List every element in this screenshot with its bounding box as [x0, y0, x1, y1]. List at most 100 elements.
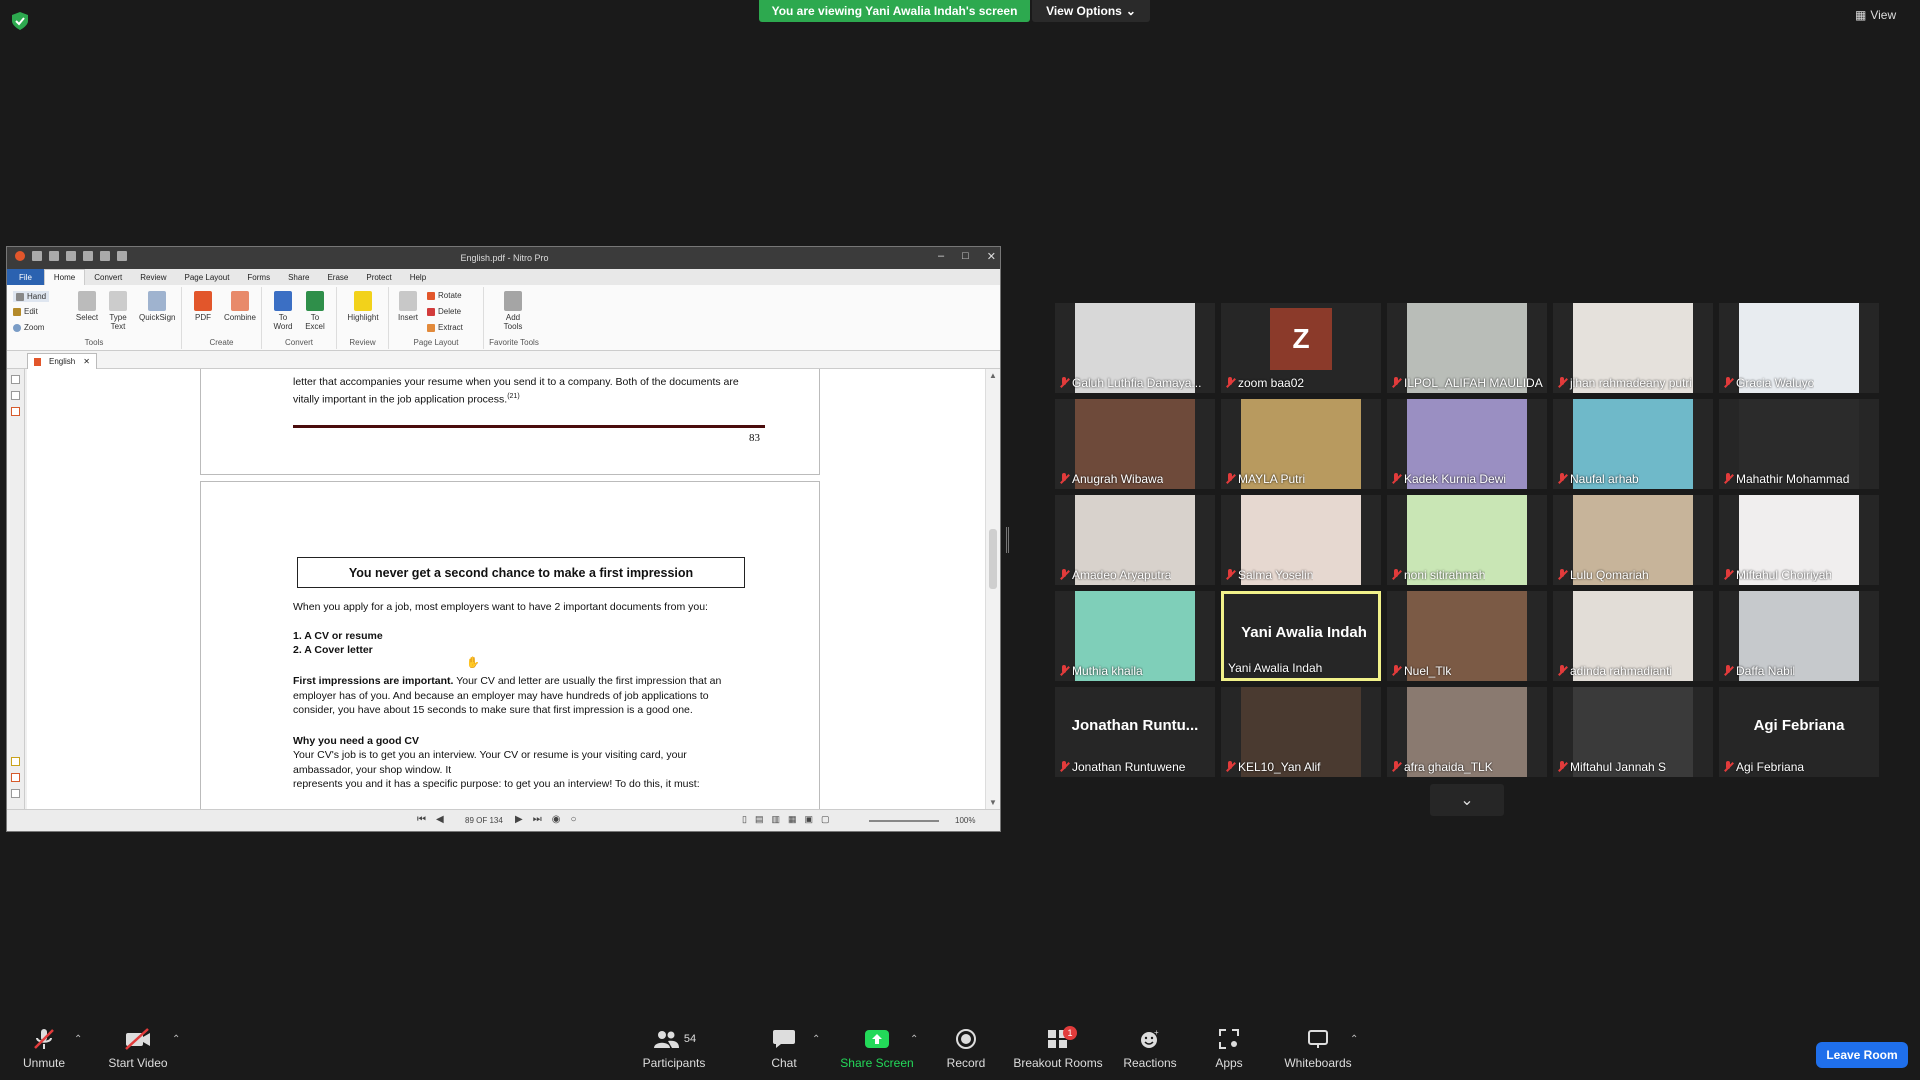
participant-tile[interactable]: Daffa Nabil: [1719, 591, 1879, 681]
extract-button[interactable]: Extract: [427, 323, 463, 332]
participant-tile[interactable]: MAYLA Putri: [1221, 399, 1381, 489]
leave-room-button[interactable]: Leave Room: [1816, 1042, 1908, 1068]
menu-file[interactable]: File: [7, 269, 44, 285]
select-button[interactable]: Select: [72, 291, 102, 322]
chat-button[interactable]: Chat: [768, 1028, 800, 1070]
delete-button[interactable]: Delete: [427, 307, 461, 316]
bookmarks-panel-icon[interactable]: [11, 391, 20, 400]
participant-tile[interactable]: Naufal arhab: [1553, 399, 1713, 489]
back-view-icon[interactable]: ◉: [552, 814, 561, 825]
menu-forms[interactable]: Forms: [238, 269, 279, 285]
fit-width-icon[interactable]: ▢: [821, 814, 830, 825]
fit-page-icon[interactable]: ▣: [805, 814, 814, 825]
facing-icon[interactable]: ▥: [771, 814, 780, 825]
participant-tile[interactable]: Anugrah Wibawa: [1055, 399, 1215, 489]
attachments-panel-icon[interactable]: [11, 407, 20, 416]
to-excel-button[interactable]: To Excel: [300, 291, 330, 331]
whiteboards-options-caret[interactable]: ⌃: [1350, 1034, 1358, 1045]
insert-button[interactable]: Insert: [393, 291, 423, 322]
menu-protect[interactable]: Protect: [357, 269, 400, 285]
prev-page-icon[interactable]: ◀: [436, 814, 444, 825]
to-word-button[interactable]: To Word: [268, 291, 298, 331]
menu-erase[interactable]: Erase: [318, 269, 357, 285]
start-video-button[interactable]: Start Video: [108, 1028, 168, 1070]
audio-options-caret[interactable]: ⌃: [74, 1034, 82, 1045]
combine-button[interactable]: Combine: [222, 291, 258, 322]
participant-tile[interactable]: afra ghaida_TLK: [1387, 687, 1547, 777]
single-page-icon[interactable]: ▯: [742, 814, 747, 825]
view-button[interactable]: ▦ View: [1855, 8, 1896, 22]
shield-icon[interactable]: [12, 12, 28, 30]
menu-help[interactable]: Help: [401, 269, 435, 285]
chat-options-caret[interactable]: ⌃: [812, 1034, 820, 1045]
participant-tile[interactable]: Yani Awalia Indah Yani Awalia Indah: [1221, 591, 1381, 681]
highlight-button[interactable]: Highlight: [343, 291, 383, 322]
apps-button[interactable]: Apps: [1212, 1028, 1246, 1070]
participant-tile[interactable]: Kadek Kurnia Dewi: [1387, 399, 1547, 489]
participant-tile[interactable]: Mahathir Mohammad: [1719, 399, 1879, 489]
participant-tile[interactable]: adinda rahmadianti: [1553, 591, 1713, 681]
signatures-panel-icon[interactable]: [11, 773, 20, 782]
unmute-button[interactable]: Unmute: [22, 1028, 66, 1070]
share-screen-button[interactable]: Share Screen: [838, 1028, 916, 1070]
menu-home[interactable]: Home: [43, 269, 86, 285]
continuous-icon[interactable]: ▤: [755, 814, 764, 825]
edit-tool[interactable]: Edit: [13, 307, 38, 316]
participant-tile[interactable]: Muthia khaila: [1055, 591, 1215, 681]
participant-tile[interactable]: Galuh Luthfia Damaya...: [1055, 303, 1215, 393]
view-options-button[interactable]: View Options ⌄: [1032, 0, 1150, 22]
participant-tile[interactable]: Lulu Qomariah: [1553, 495, 1713, 585]
menu-page-layout[interactable]: Page Layout: [175, 269, 238, 285]
quicksign-button[interactable]: QuickSign: [139, 291, 175, 322]
participant-tile[interactable]: Miftahul Choiriyah: [1719, 495, 1879, 585]
minimize-icon[interactable]: –: [938, 250, 944, 263]
close-tab-icon[interactable]: ✕: [83, 357, 90, 366]
output-panel-icon[interactable]: [11, 789, 20, 798]
rotate-button[interactable]: Rotate: [427, 291, 462, 300]
participant-tile[interactable]: Zzoom baa02: [1221, 303, 1381, 393]
whiteboards-button[interactable]: Whiteboards: [1282, 1028, 1354, 1070]
scroll-up-icon[interactable]: ▲: [989, 371, 997, 380]
last-page-icon[interactable]: ⏭: [533, 814, 542, 825]
type-text-button[interactable]: Type Text: [103, 291, 133, 331]
participant-tile[interactable]: Jonathan Runtu... Jonathan Runtuwene: [1055, 687, 1215, 777]
document-viewport[interactable]: letter that accompanies your resume when…: [27, 369, 985, 809]
split-handle[interactable]: [1006, 527, 1009, 553]
facing-continuous-icon[interactable]: ▦: [788, 814, 797, 825]
participant-tile[interactable]: Nuel_Tlk: [1387, 591, 1547, 681]
scroll-down-icon[interactable]: ▼: [989, 798, 997, 807]
menu-share[interactable]: Share: [279, 269, 318, 285]
comments-panel-icon[interactable]: [11, 757, 20, 766]
participant-tile[interactable]: Gracia Waluyo: [1719, 303, 1879, 393]
vertical-scrollbar[interactable]: ▲ ▼: [985, 369, 1000, 809]
menu-review[interactable]: Review: [131, 269, 175, 285]
next-page-icon[interactable]: ▶: [515, 814, 523, 825]
add-tools-button[interactable]: Add Tools: [498, 291, 528, 331]
gallery-next-page-button[interactable]: ⌄: [1430, 784, 1504, 816]
hand-tool[interactable]: Hand: [13, 291, 50, 302]
pages-panel-icon[interactable]: [11, 375, 20, 384]
scroll-thumb[interactable]: [989, 529, 997, 589]
forward-view-icon[interactable]: ○: [570, 814, 576, 825]
participant-tile[interactable]: Salma Yoselin: [1221, 495, 1381, 585]
participant-tile[interactable]: noni sitirahmah: [1387, 495, 1547, 585]
zoom-level[interactable]: 100%: [955, 816, 975, 825]
participant-tile[interactable]: Amadeo Aryaputra: [1055, 495, 1215, 585]
close-icon[interactable]: ✕: [987, 250, 996, 263]
record-button[interactable]: Record: [944, 1028, 988, 1070]
page-indicator[interactable]: 89 OF 134: [465, 816, 503, 825]
participant-tile[interactable]: jihan rahmadeany putri: [1553, 303, 1713, 393]
maximize-icon[interactable]: □: [962, 250, 969, 263]
share-options-caret[interactable]: ⌃: [910, 1034, 918, 1045]
participants-button[interactable]: 54 Participants: [638, 1028, 710, 1070]
first-page-icon[interactable]: ⏮: [417, 814, 426, 825]
document-tab-english[interactable]: English ✕: [27, 353, 97, 369]
pdf-button[interactable]: PDF: [188, 291, 218, 322]
participant-tile[interactable]: Miftahul Jannah S: [1553, 687, 1713, 777]
participant-tile[interactable]: KEL10_Yan Alif: [1221, 687, 1381, 777]
video-options-caret[interactable]: ⌃: [172, 1034, 180, 1045]
zoom-tool[interactable]: Zoom: [13, 323, 44, 332]
participant-tile[interactable]: ILPOL_ALIFAH MAULIDA: [1387, 303, 1547, 393]
zoom-slider[interactable]: [869, 820, 939, 822]
breakout-rooms-button[interactable]: 1 Breakout Rooms: [1012, 1026, 1104, 1070]
